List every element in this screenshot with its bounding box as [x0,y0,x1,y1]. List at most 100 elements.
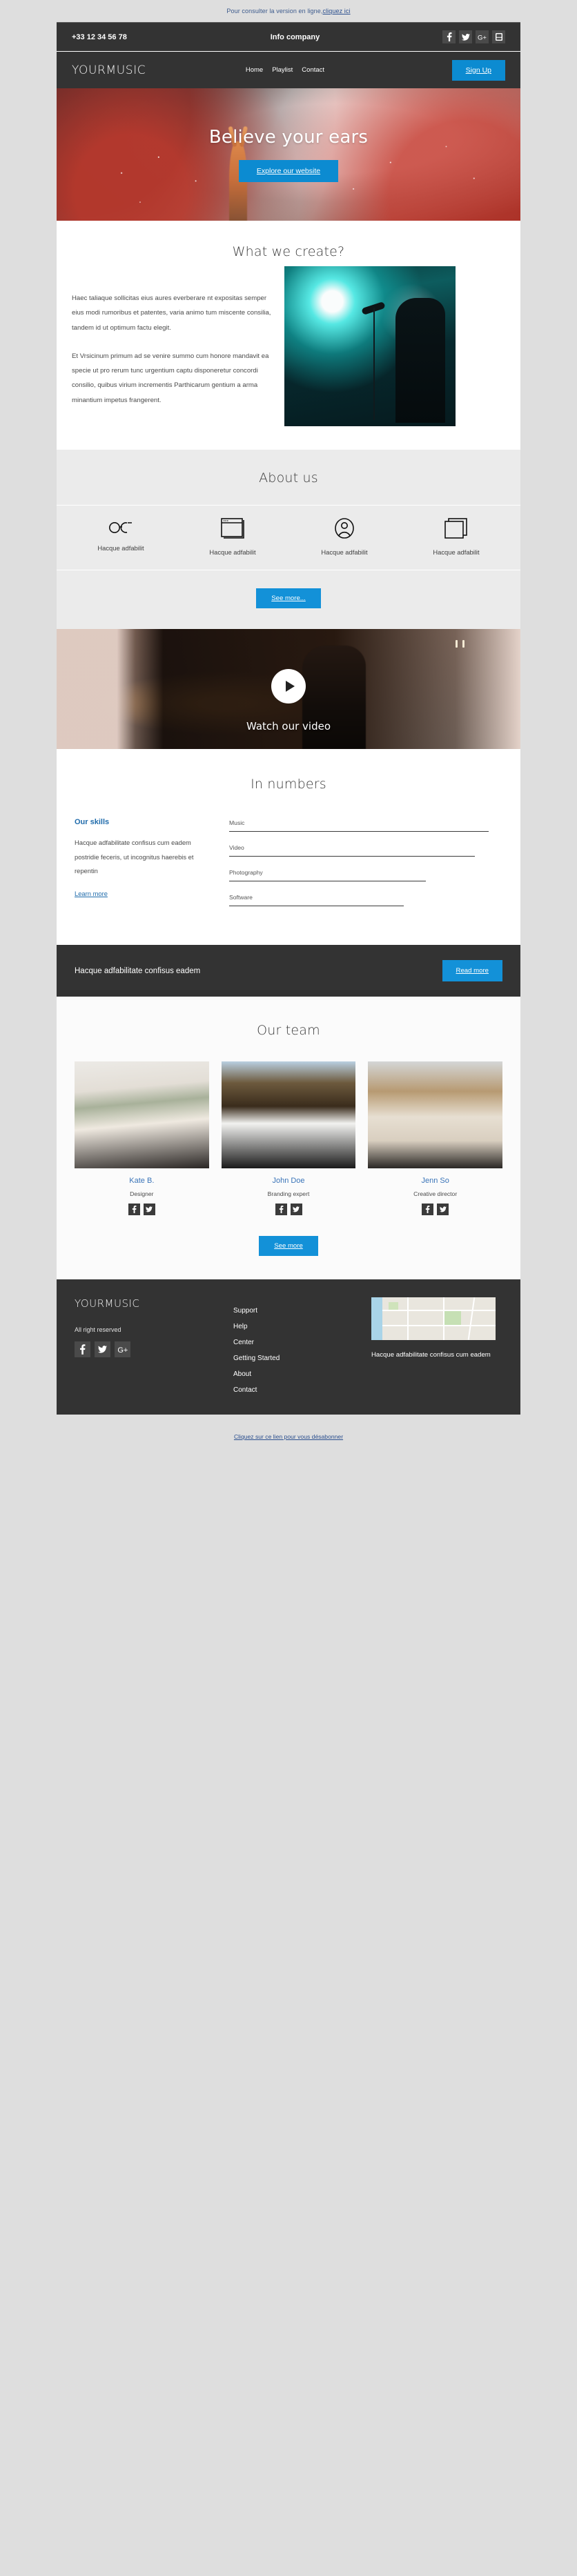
skill-bar-photography: Photography [229,869,502,881]
browser-window-icon [221,518,244,539]
email-body: +33 12 34 56 78 Info company G+ YOURMUSI… [57,22,520,1415]
map-image[interactable] [371,1297,496,1340]
twitter-icon[interactable] [143,1204,155,1215]
video-section[interactable]: Watch our video [57,629,520,749]
skill-label: Software [229,894,253,901]
explore-website-button[interactable]: Explore our website [238,160,339,182]
svg-text:G+: G+ [478,34,487,40]
feature-item-glasses[interactable]: Hacque adfabilit [65,518,177,556]
skill-bars: Music Video Photography Software [229,818,502,919]
read-more-button[interactable]: Read more [442,960,502,981]
team-member-name[interactable]: Kate B. [75,1177,209,1185]
footer-link-support[interactable]: Support [233,1307,371,1315]
youtube-icon[interactable] [492,30,505,43]
skill-bar-video: Video [229,844,502,857]
user-avatar-icon [333,518,355,539]
facebook-icon[interactable] [422,1204,434,1215]
feature-icons-row: Hacque adfabilit Hacque adfabilit Hacque… [57,505,520,570]
footer-rights: All right reserved [75,1326,121,1333]
our-team-section: Our team Kate B. Designer John Doe Brand… [57,997,520,1279]
twitter-icon[interactable] [290,1204,302,1215]
our-skills-text: Hacque adfabilitate confisus cum eadem p… [75,839,194,875]
brand-logo[interactable]: YOURMUSIC [72,63,146,77]
footer: YOURMUSIC All right reserved G+ Support … [57,1279,520,1415]
what-we-create-section: What we create? Haec taliaque sollicitas… [57,221,520,450]
map-caption: Hacque adfabilitate confisus cum eadem [371,1351,491,1359]
google-plus-icon[interactable]: G+ [476,30,489,43]
team-member-card: Kate B. Designer [75,1061,209,1215]
unsubscribe-link[interactable]: Cliquez sur ce lien pour vous désabonner [234,1433,343,1440]
view-online-link[interactable]: cliquez ici [322,8,350,14]
skill-bar-fill [229,831,489,832]
about-see-more-button[interactable]: See more... [256,588,321,608]
twitter-icon[interactable] [437,1204,449,1215]
team-member-name[interactable]: Jenn So [368,1177,502,1185]
hero-banner: Believe your ears Explore our website [57,88,520,221]
team-member-role: Designer [130,1190,154,1197]
feature-label: Hacque adfabilit [209,548,256,556]
footer-social-links: G+ [75,1341,233,1357]
preheader-text: Pour consulter la version en ligne, [226,8,323,14]
footer-links: Support Help Center Getting Started Abou… [233,1297,371,1394]
nav-link-contact[interactable]: Contact [302,66,324,74]
cta-text: Hacque adfabilitate confisus eadem [75,966,201,975]
nav-link-home[interactable]: Home [246,66,263,74]
team-member-name[interactable]: John Doe [222,1177,356,1185]
footer-link-contact[interactable]: Contact [233,1386,371,1394]
team-see-more-button[interactable]: See more [259,1236,318,1256]
learn-more-link[interactable]: Learn more [75,890,108,897]
skill-label: Music [229,819,245,826]
topbar-social-links: G+ [442,30,505,43]
glasses-icon [107,518,135,535]
skill-bar-music: Music [229,819,502,832]
navigation-bar: YOURMUSIC Home Playlist Contact Sign Up [57,52,520,88]
skill-label: Photography [229,869,263,876]
google-plus-icon[interactable]: G+ [115,1341,130,1357]
team-members-row: Kate B. Designer John Doe Branding exper… [57,1061,520,1215]
skill-bar-software: Software [229,894,502,906]
footer-link-center[interactable]: Center [233,1339,371,1346]
about-us-section: About us Hacque adfabilit Hacque adfabil… [57,450,520,629]
svg-text:G+: G+ [117,1346,128,1353]
team-member-card: John Doe Branding expert [221,1061,356,1215]
what-we-create-title: What we create? [232,244,345,259]
nav-link-playlist[interactable]: Playlist [272,66,293,74]
unsubscribe-row: Cliquez sur ce lien pour vous désabonner [0,1415,577,1452]
feature-item-copy[interactable]: Hacque adfabilit [400,518,512,556]
info-company-label: Info company [270,32,320,41]
team-member-photo [221,1061,356,1168]
our-team-title: Our team [257,1023,320,1038]
play-button[interactable] [271,669,306,703]
top-contact-bar: +33 12 34 56 78 Info company G+ [57,22,520,52]
feature-item-user[interactable]: Hacque adfabilit [288,518,400,556]
nav-links: Home Playlist Contact [146,66,451,74]
footer-logo[interactable]: YOURMUSIC [75,1297,233,1310]
feature-label: Hacque adfabilit [97,544,144,552]
cta-banner: Hacque adfabilitate confisus eadem Read … [57,945,520,997]
team-member-photo [368,1061,503,1168]
skill-label: Video [229,844,244,851]
ceiling-lights [456,639,465,648]
in-numbers-section: In numbers Our skills Hacque adfabilitat… [57,749,520,945]
feature-label: Hacque adfabilit [433,548,480,556]
facebook-icon[interactable] [128,1204,140,1215]
feature-label: Hacque adfabilit [321,548,368,556]
copy-pages-icon [444,518,468,539]
phone-number: +33 12 34 56 78 [72,32,127,41]
team-member-photo [75,1061,209,1168]
our-skills-heading: Our skills [75,818,110,826]
facebook-icon[interactable] [442,30,456,43]
sign-up-button[interactable]: Sign Up [451,59,505,81]
footer-link-about[interactable]: About [233,1370,371,1378]
create-paragraph-2: Et Vrsicinum primum ad se venire summo c… [72,352,269,404]
concert-photo [284,266,456,426]
footer-link-getting-started[interactable]: Getting Started [233,1355,371,1362]
twitter-icon[interactable] [95,1341,110,1357]
feature-item-browser[interactable]: Hacque adfabilit [177,518,288,556]
video-caption: Watch our video [246,720,331,732]
footer-link-help[interactable]: Help [233,1323,371,1330]
facebook-icon[interactable] [75,1341,90,1357]
twitter-icon[interactable] [459,30,472,43]
team-member-card: Jenn So Creative director [368,1061,503,1215]
facebook-icon[interactable] [275,1204,287,1215]
